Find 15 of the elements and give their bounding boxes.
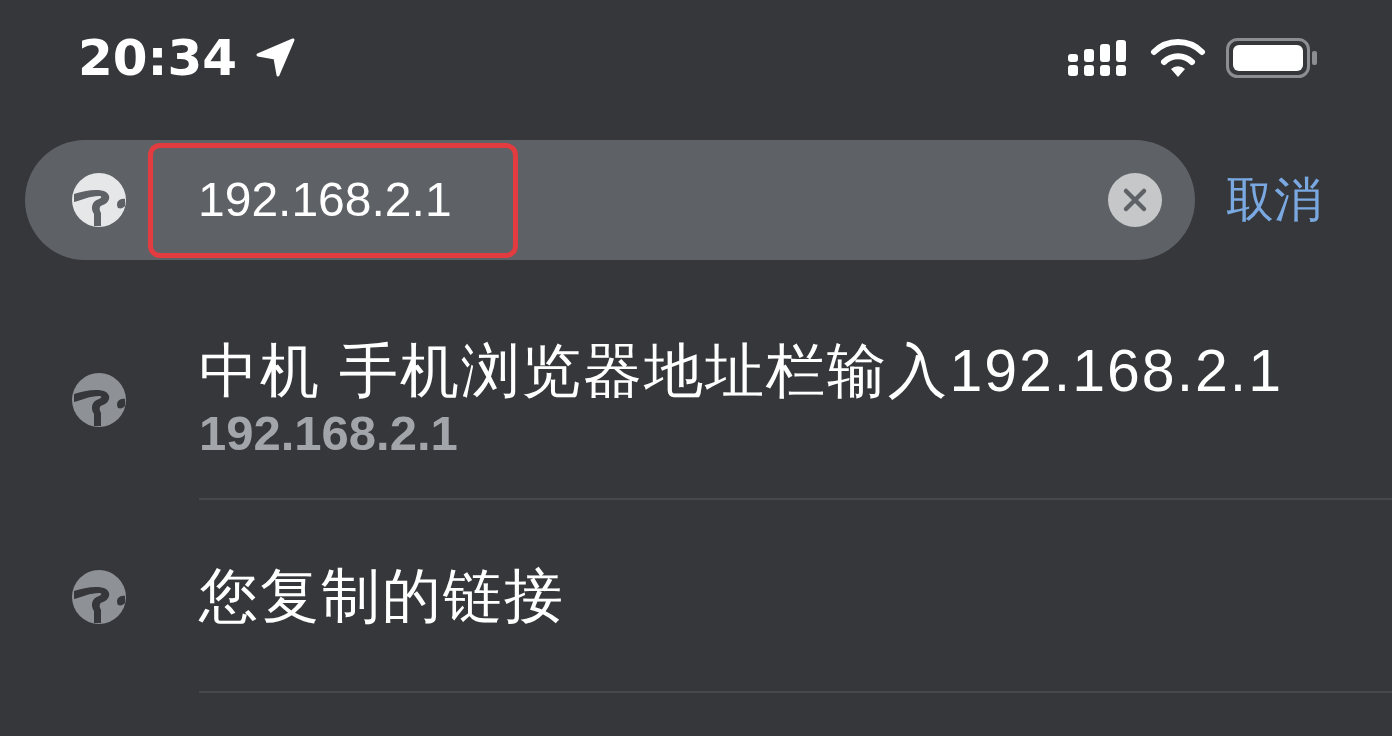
cancel-button[interactable]: 取消 [1226,170,1322,230]
battery-icon [1226,37,1318,78]
close-icon [1108,173,1162,227]
wifi-icon [1150,37,1206,78]
status-time: 20:34 [78,27,238,88]
globe-icon [72,173,126,227]
address-field[interactable]: 192.168.2.1 [25,140,1195,260]
signal-icon [1068,39,1126,76]
location-arrow-icon [255,37,296,78]
globe-icon [72,373,126,427]
suggestion-url: 192.168.2.1 [199,405,458,461]
clear-button[interactable] [1108,173,1162,227]
suggestion-title[interactable]: 您复制的链接 [199,561,565,630]
suggestion-title[interactable]: 中机 手机浏览器地址栏输入192.168.2.1 [199,337,1284,405]
globe-icon [72,569,126,624]
